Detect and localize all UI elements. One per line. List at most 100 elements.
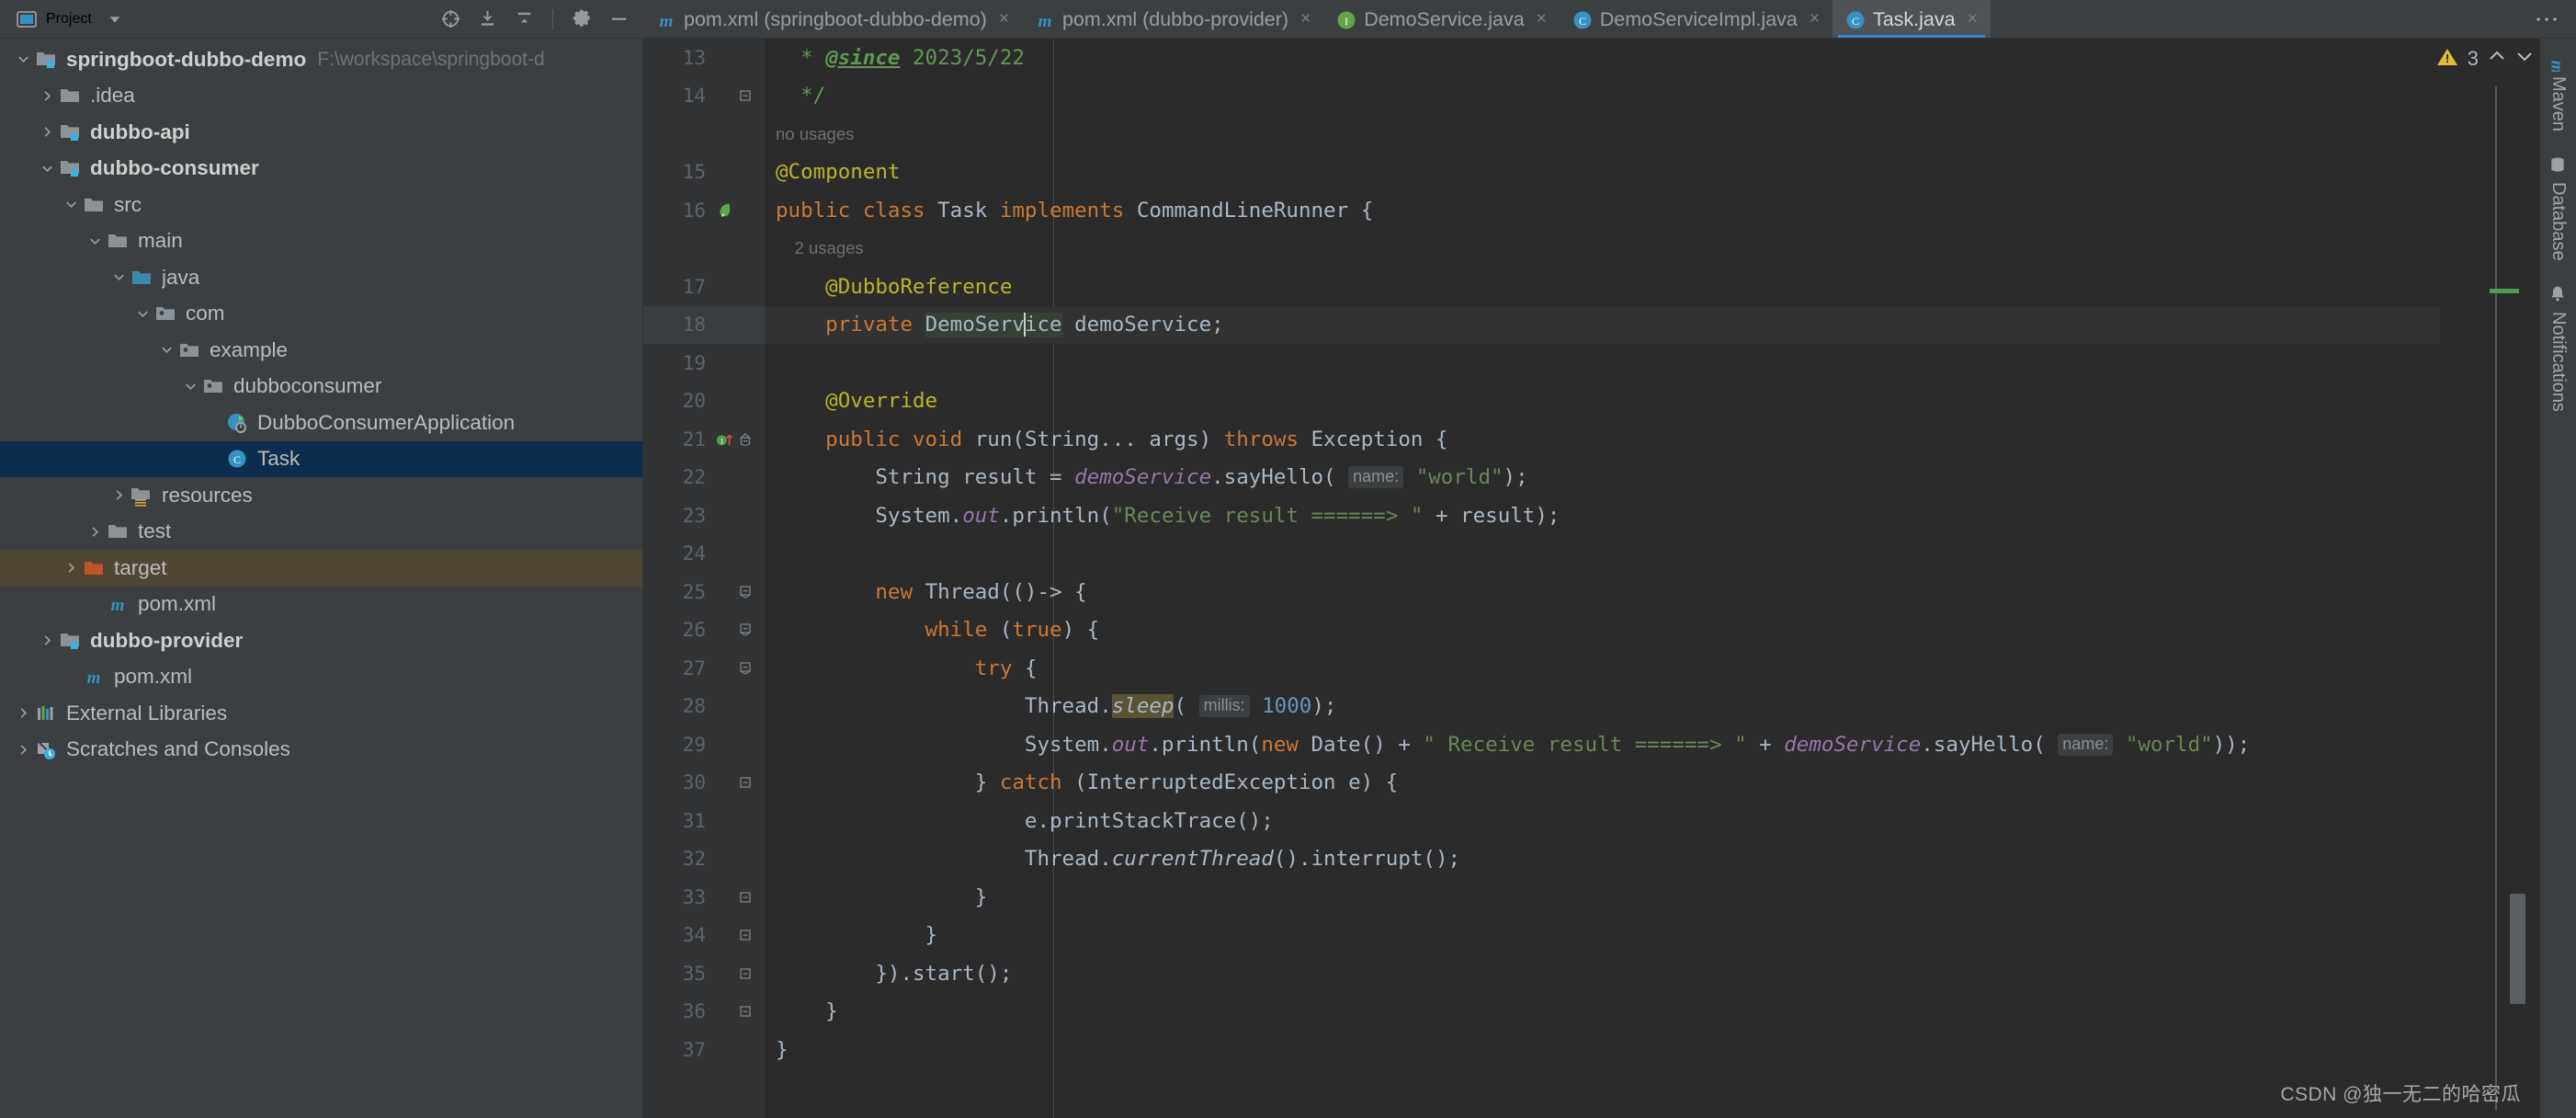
chevron-right-icon[interactable] — [59, 561, 83, 575]
tree-item-main[interactable]: main — [0, 223, 642, 260]
code-line-15[interactable]: @Component — [765, 154, 2440, 192]
editor-code-area[interactable]: * @since 2023/5/22 */ no usages @Component… — [765, 39, 2440, 1118]
chevron-down-icon[interactable] — [11, 52, 35, 66]
chevron-down-icon[interactable] — [2515, 47, 2534, 71]
gutter-line-22[interactable]: 22 — [643, 459, 765, 497]
fold-fold-end-icon[interactable] — [739, 924, 752, 946]
editor-tab-task-java[interactable]: C Task.java × — [1832, 0, 1991, 38]
tree-item-com[interactable]: com — [0, 296, 642, 333]
code-line-36[interactable]: } — [765, 993, 2440, 1032]
code-line-31[interactable]: e.printStackTrace(); — [765, 802, 2440, 840]
override-method-icon[interactable]: I — [715, 429, 735, 450]
gutter-line-18[interactable]: 18 — [643, 305, 765, 344]
editor-tab-pom-xml-springboot-dubbo-demo-[interactable]: m pom.xml (springboot-dubbo-demo) × — [643, 0, 1022, 38]
code-line-35[interactable]: }).start(); — [765, 954, 2440, 993]
chevron-down-icon[interactable] — [178, 380, 202, 394]
code-line-25[interactable]: new Thread(()-> { — [765, 573, 2440, 611]
close-icon[interactable]: × — [999, 9, 1009, 29]
code-line-27[interactable]: try { — [765, 649, 2440, 688]
project-tree[interactable]: springboot-dubbo-demo F:\workspace\spring… — [0, 39, 643, 1118]
tree-item-pom-xml[interactable]: m pom.xml — [0, 659, 642, 696]
code-line-20[interactable]: @Override — [765, 382, 2440, 421]
close-icon[interactable]: × — [1810, 9, 1820, 29]
chevron-down-icon[interactable] — [154, 343, 178, 357]
tree-item-resources[interactable]: resources — [0, 477, 642, 514]
tree-item-external-libraries[interactable]: External Libraries — [0, 695, 642, 732]
gutter-line-19[interactable]: 19 — [643, 344, 765, 382]
tree-item-scratches-and-consoles[interactable]: Scratches and Consoles — [0, 732, 642, 769]
gutter-line-21[interactable]: 21 I — [643, 420, 765, 459]
gutter-line-36[interactable]: 36 — [643, 993, 765, 1032]
minimize-icon[interactable] — [605, 6, 632, 33]
fold-fold-end-icon[interactable] — [739, 1000, 752, 1022]
tree-item-dubboconsumerapplication[interactable]: DubboConsumerApplication — [0, 405, 642, 441]
gutter-line-29[interactable]: 29 — [643, 725, 765, 764]
gutter-line-hint[interactable] — [643, 230, 765, 268]
gutter-line-17[interactable]: 17 — [643, 268, 765, 306]
editor-scrollbar-thumb[interactable] — [2510, 894, 2525, 1004]
chevron-right-icon[interactable] — [11, 743, 35, 757]
code-line-32[interactable]: Thread. currentThread ().interrupt(); — [765, 840, 2440, 879]
tree-item-dubbo-api[interactable]: dubbo-api — [0, 114, 642, 151]
fold-fold-mid-icon[interactable] — [739, 619, 752, 641]
gutter-line-hint[interactable] — [643, 115, 765, 154]
code-line-24[interactable] — [765, 535, 2440, 574]
chevron-right-icon[interactable] — [107, 488, 131, 502]
code-line-19[interactable] — [765, 344, 2440, 382]
chevron-down-icon[interactable] — [59, 198, 83, 211]
code-line-26[interactable]: while (true) { — [765, 611, 2440, 650]
code-line-33[interactable]: } — [765, 878, 2440, 917]
tree-item-dubbo-provider[interactable]: dubbo-provider — [0, 622, 642, 659]
gutter-line-37[interactable]: 37 — [643, 1031, 765, 1069]
code-line-16[interactable]: public class Task implements CommandLine… — [765, 191, 2440, 230]
code-line-18[interactable]: private DemoService demoService; — [765, 305, 2440, 344]
tree-item-src[interactable]: src — [0, 187, 642, 223]
tree-item-test[interactable]: test — [0, 514, 642, 551]
gutter-line-15[interactable]: 15 — [643, 154, 765, 192]
code-line-29[interactable]: System. out .println(new Date() + " Receiv… — [765, 725, 2440, 764]
code-line-30[interactable]: } catch (InterruptedException e) { — [765, 764, 2440, 803]
code-line-22[interactable]: String result = demoService .sayHello( na… — [765, 459, 2440, 497]
tree-item-task[interactable]: C Task — [0, 440, 642, 477]
code-line-23[interactable]: System. out .println("Receive result =====… — [765, 496, 2440, 535]
kebab-menu-icon[interactable]: ⋮ — [2530, 7, 2563, 31]
fold-fold-end-icon[interactable] — [739, 886, 752, 908]
code-line-34[interactable]: } — [765, 917, 2440, 955]
gutter-line-28[interactable]: 28 — [643, 688, 765, 726]
tool-button-notifications[interactable]: Notifications — [2548, 285, 2569, 412]
tree-item-target[interactable]: target — [0, 550, 642, 587]
spring-bean-icon[interactable] — [715, 200, 735, 221]
gutter-line-26[interactable]: 26 — [643, 611, 765, 650]
code-line-14[interactable]: */ — [765, 77, 2440, 116]
gutter-line-33[interactable]: 33 — [643, 878, 765, 917]
gutter-line-13[interactable]: 13 — [643, 39, 765, 77]
tool-button-maven[interactable]: m Maven — [2547, 50, 2569, 131]
gutter-line-14[interactable]: 14 — [643, 77, 765, 116]
gear-icon[interactable] — [568, 6, 596, 33]
code-line-37[interactable]: } — [765, 1031, 2440, 1069]
code-line-21[interactable]: public void run(String... args) throws E… — [765, 420, 2440, 459]
gutter-line-20[interactable]: 20 — [643, 382, 765, 421]
gutter-line-27[interactable]: 27 — [643, 649, 765, 688]
code-line-13[interactable]: * @since 2023/5/22 — [765, 39, 2440, 77]
tree-item--idea[interactable]: .idea — [0, 78, 642, 115]
close-icon[interactable]: × — [1537, 9, 1547, 29]
close-icon[interactable]: × — [1300, 9, 1311, 29]
chevron-right-icon[interactable] — [83, 525, 107, 539]
gutter-line-24[interactable]: 24 — [643, 535, 765, 574]
right-tool-strip[interactable]: m Maven Database Notifications — [2539, 39, 2576, 1118]
chevron-right-icon[interactable] — [35, 633, 59, 647]
tree-item-dubboconsumer[interactable]: dubboconsumer — [0, 369, 642, 405]
code-line-28[interactable]: Thread. sleep( millis: 1000); — [765, 688, 2440, 726]
chevron-down-icon[interactable] — [101, 6, 129, 33]
gutter-line-23[interactable]: 23 — [643, 496, 765, 535]
code-line-17[interactable]: @DubboReference — [765, 268, 2440, 306]
tree-item-example[interactable]: example — [0, 332, 642, 369]
code-editor[interactable]: 13 14 15 16 17 18 19 20 21 I 22 23 24 25 26 27 28 29 30 31 3… — [643, 39, 2539, 1118]
inspection-marker[interactable] — [2490, 289, 2519, 293]
tree-item-java[interactable]: java — [0, 259, 642, 296]
gutter-line-30[interactable]: 30 — [643, 764, 765, 803]
chevron-down-icon[interactable] — [131, 307, 154, 321]
fold-fold-end-icon[interactable] — [739, 771, 752, 793]
gutter-line-16[interactable]: 16 — [643, 191, 765, 230]
